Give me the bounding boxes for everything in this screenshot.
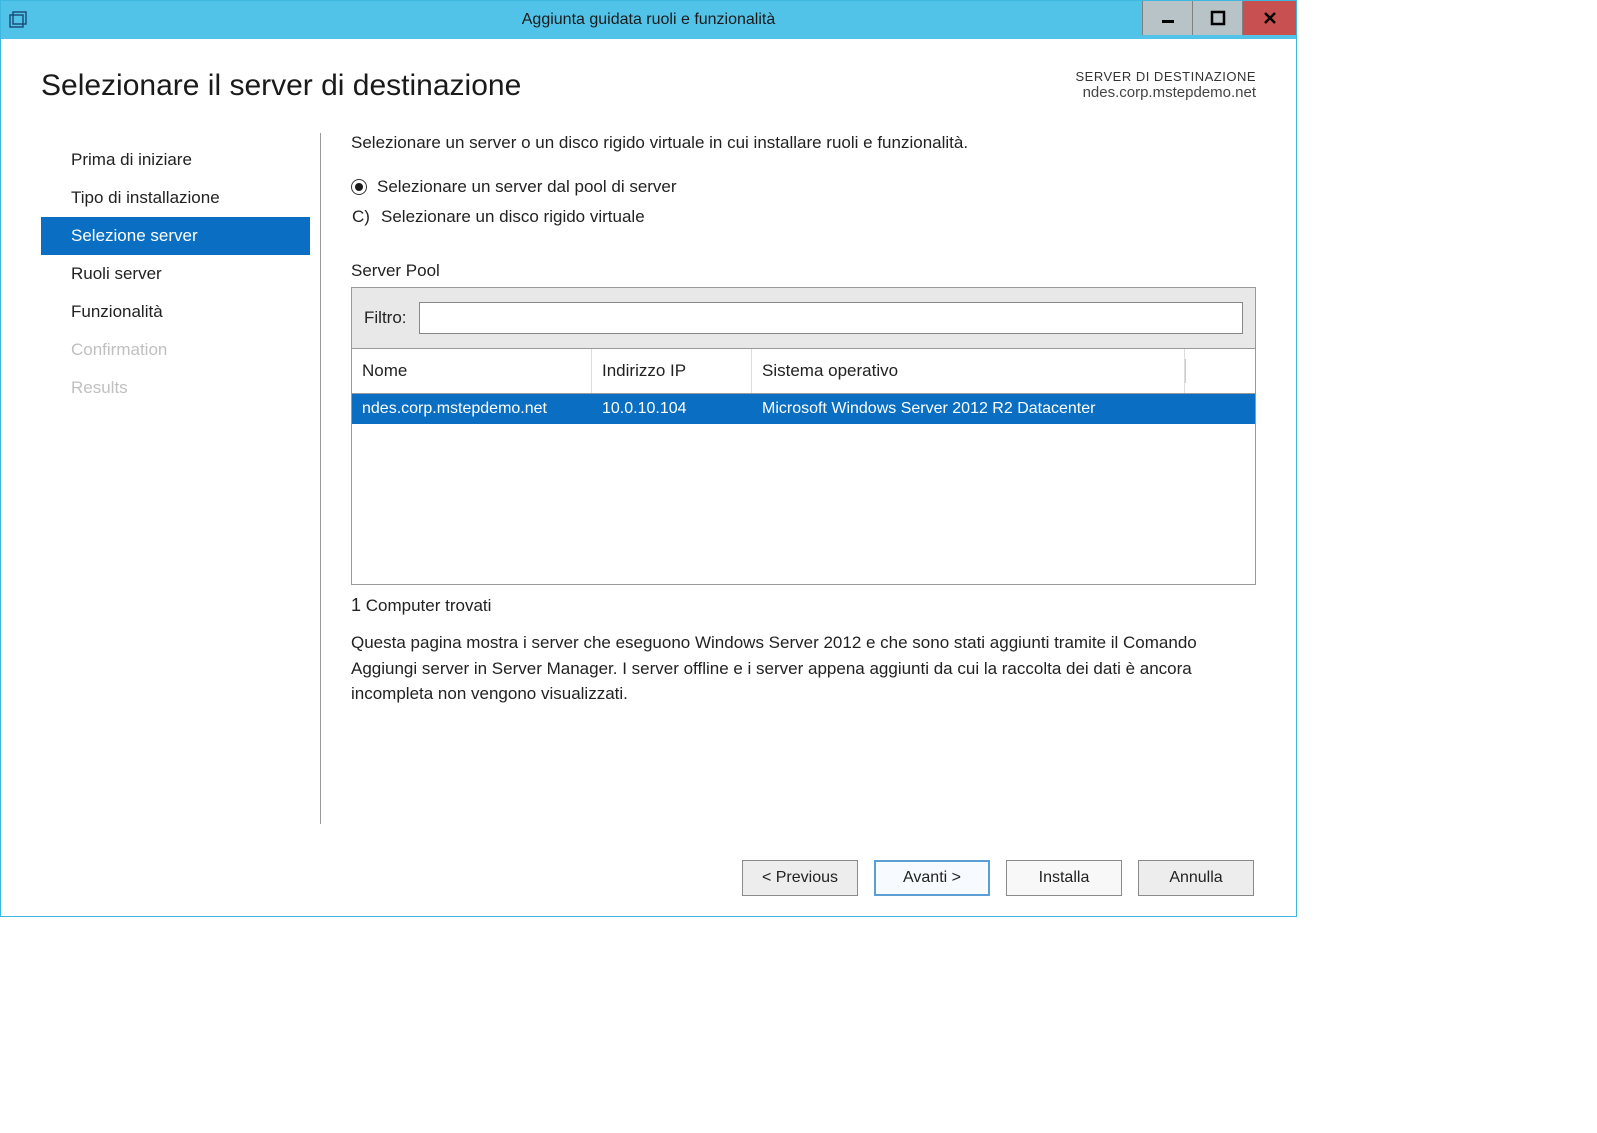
destination-value: ndes.corp.mstepdemo.net	[1075, 84, 1256, 101]
sidebar-item-before-you-begin[interactable]: Prima di iniziare	[41, 141, 310, 179]
sidebar-item-server-roles[interactable]: Ruoli server	[41, 255, 310, 293]
radio-icon	[351, 179, 367, 195]
filter-input[interactable]	[419, 302, 1244, 334]
destination-server-box: SERVER DI DESTINAZIONE ndes.corp.mstepde…	[1075, 69, 1256, 101]
footer-note: Questa pagina mostra i server che eseguo…	[351, 630, 1256, 707]
next-button[interactable]: Avanti >	[874, 860, 990, 896]
table-body: ndes.corp.mstepdemo.net 10.0.10.104 Micr…	[352, 394, 1255, 584]
previous-button[interactable]: < Previous	[742, 860, 858, 896]
titlebar: Aggiunta guidata ruoli e funzionalità	[1, 1, 1296, 39]
filter-label: Filtro:	[364, 308, 407, 328]
radio-label: Selezionare un disco rigido virtuale	[381, 207, 645, 227]
destination-label: SERVER DI DESTINAZIONE	[1075, 69, 1256, 84]
cell-ip: 10.0.10.104	[592, 396, 752, 422]
found-count: 1	[351, 595, 361, 615]
server-pool-label: Server Pool	[351, 261, 1256, 281]
radio-select-vhd[interactable]: C) Selezionare un disco rigido virtuale	[351, 207, 1256, 227]
app-icon	[9, 11, 27, 29]
column-spacer	[1185, 359, 1255, 383]
column-ip[interactable]: Indirizzo IP	[592, 349, 752, 393]
computers-found: 1 Computer trovati	[351, 595, 1256, 616]
close-button[interactable]	[1242, 1, 1296, 35]
maximize-button[interactable]	[1192, 1, 1242, 35]
wizard-steps-sidebar: Prima di iniziare Tipo di installazione …	[41, 133, 321, 824]
wizard-buttons: < Previous Avanti > Installa Annulla	[41, 860, 1256, 896]
found-label: Computer trovati	[366, 596, 492, 615]
sidebar-item-server-selection[interactable]: Selezione server	[41, 217, 310, 255]
minimize-button[interactable]	[1142, 1, 1192, 35]
radio-label: Selezionare un server dal pool di server	[377, 177, 677, 197]
radio-marker-text: C)	[351, 207, 371, 227]
filter-bar: Filtro:	[352, 288, 1255, 349]
sidebar-item-installation-type[interactable]: Tipo di installazione	[41, 179, 310, 217]
server-pool-box: Filtro: Nome Indirizzo IP Sistema operat…	[351, 287, 1256, 585]
page-title: Selezionare il server di destinazione	[41, 69, 521, 103]
wizard-window: Aggiunta guidata ruoli e funzionalità Se…	[0, 0, 1297, 917]
cell-name: ndes.corp.mstepdemo.net	[352, 396, 592, 422]
cell-os: Microsoft Windows Server 2012 R2 Datacen…	[752, 396, 1255, 422]
table-header: Nome Indirizzo IP Sistema operativo	[352, 349, 1255, 394]
window-title: Aggiunta guidata ruoli e funzionalità	[522, 11, 776, 29]
intro-text: Selezionare un server o un disco rigido …	[351, 133, 1256, 153]
table-row[interactable]: ndes.corp.mstepdemo.net 10.0.10.104 Micr…	[352, 394, 1255, 424]
sidebar-item-features[interactable]: Funzionalità	[41, 293, 310, 331]
cancel-button[interactable]: Annulla	[1138, 860, 1254, 896]
radio-select-from-pool[interactable]: Selezionare un server dal pool di server	[351, 177, 1256, 197]
sidebar-item-confirmation: Confirmation	[41, 331, 310, 369]
install-button[interactable]: Installa	[1006, 860, 1122, 896]
sidebar-item-results: Results	[41, 369, 310, 407]
main-content: Selezionare un server o un disco rigido …	[321, 133, 1256, 824]
column-os[interactable]: Sistema operativo	[752, 349, 1185, 393]
column-name[interactable]: Nome	[352, 349, 592, 393]
